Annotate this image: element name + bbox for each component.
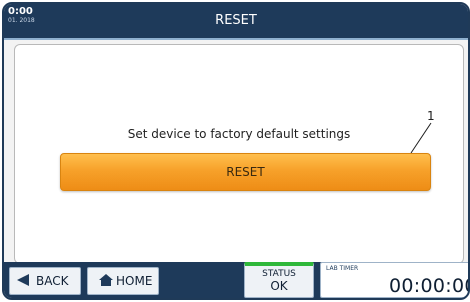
lab-timer[interactable]: LAB TIMER 00:00:00 [320,262,470,298]
home-button[interactable]: HOME [87,267,159,295]
lab-timer-label: LAB TIMER [326,265,359,272]
reset-button[interactable]: RESET [60,153,431,191]
reset-message: Set device to factory default settings [127,127,351,141]
callout-line [410,122,432,154]
content-panel: Set device to factory default settings 1… [14,44,464,264]
page-title: RESET [215,13,257,28]
status-value: OK [270,278,288,293]
back-button[interactable]: BACK [9,267,81,295]
bottom-bar: BACK HOME STATUS OK LAB TIMER 00:00:00 [4,262,468,298]
home-label: HOME [116,274,153,288]
lab-timer-value: 00:00:00 [389,275,470,297]
device-screen: 0:00 01. 2018 RESET Set device to factor… [2,2,470,300]
status-indicator[interactable]: STATUS OK [244,262,314,298]
back-label: BACK [36,274,69,288]
top-bar: 0:00 01. 2018 RESET [4,4,468,40]
triangle-left-icon [16,273,30,290]
home-icon [98,273,114,290]
